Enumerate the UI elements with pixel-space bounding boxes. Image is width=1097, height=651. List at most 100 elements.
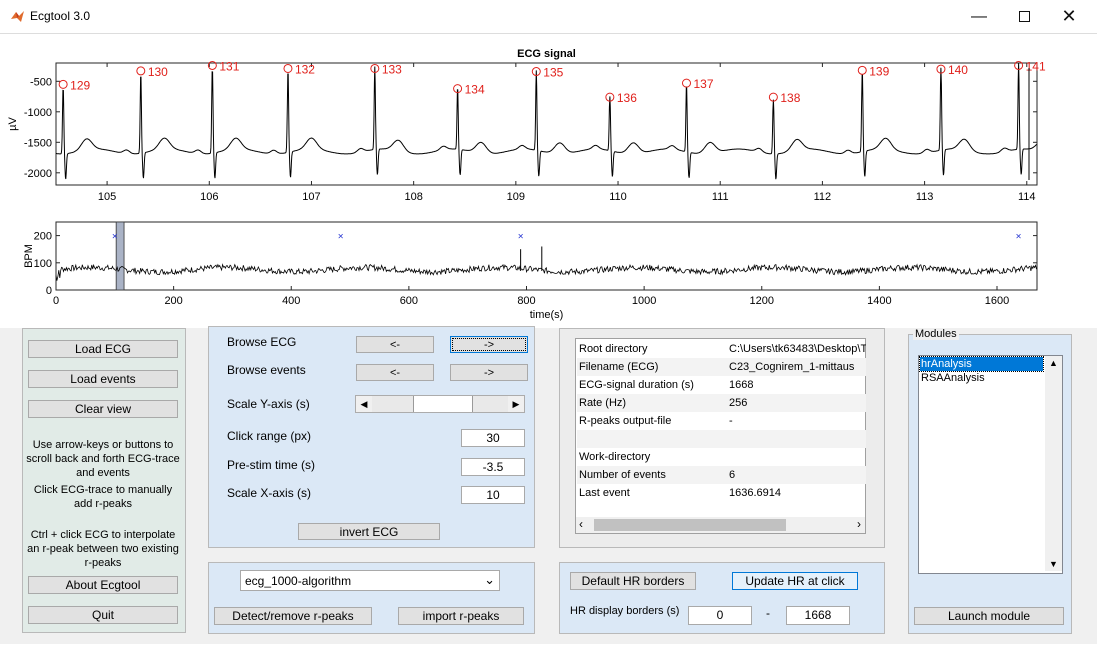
ecg-xtick-label: 110: [609, 191, 627, 203]
scale-x-input[interactable]: 10: [461, 486, 525, 504]
help-text-scroll: Use arrow-keys or buttons to scroll back…: [26, 439, 180, 479]
scale-y-slider[interactable]: ◀ ▶: [355, 395, 525, 413]
browse-events-next-button[interactable]: ->: [450, 364, 528, 381]
launch-module-button[interactable]: Launch module: [914, 607, 1064, 625]
ecg-xtick-label: 107: [302, 191, 320, 203]
module-item-rsaanalysis[interactable]: RSAAnalysis: [920, 371, 1043, 385]
quit-button[interactable]: Quit: [28, 606, 178, 624]
close-icon: ✕: [1061, 6, 1077, 26]
hr-lower-input[interactable]: 0: [688, 606, 752, 625]
close-button[interactable]: ✕: [1046, 0, 1092, 33]
info-key: [577, 430, 727, 448]
prestim-label: Pre-stim time (s): [227, 458, 315, 472]
maximize-button[interactable]: [1001, 0, 1047, 33]
ecg-ytick-label: -500: [30, 76, 52, 88]
info-row: ECG-signal duration (s) 1668: [577, 376, 866, 394]
info-row: Rate (Hz) 256: [577, 394, 866, 412]
ecg-xtick-label: 105: [98, 191, 116, 203]
browse-events-label: Browse events: [227, 363, 306, 377]
hr-xtick-label: 600: [400, 295, 418, 307]
click-range-input[interactable]: 30: [461, 429, 525, 447]
hr-xlabel: time(s): [530, 309, 564, 321]
ecg-xtick-label: 114: [1018, 191, 1036, 203]
browse-events-prev-button[interactable]: <-: [356, 364, 434, 381]
scale-x-label: Scale X-axis (s): [227, 486, 312, 500]
about-button[interactable]: About Ecgtool: [28, 576, 178, 594]
hr-xtick-label: 800: [517, 295, 535, 307]
hr-xtick-label: 200: [164, 295, 182, 307]
import-rpeaks-button[interactable]: import r-peaks: [398, 607, 524, 625]
slider-right-arrow-icon[interactable]: ▶: [508, 396, 524, 412]
info-value: -: [729, 415, 733, 427]
hr-xtick-label: 400: [282, 295, 300, 307]
modules-scrollbar[interactable]: ▲ ▼: [1045, 356, 1062, 571]
event-marker[interactable]: ×: [518, 232, 524, 243]
default-hr-borders-button[interactable]: Default HR borders: [570, 572, 696, 590]
info-value: [727, 430, 866, 448]
info-row: Filename (ECG) C23_Cognirem_1-mittaus: [577, 358, 866, 376]
clear-view-button[interactable]: Clear view: [28, 400, 178, 418]
ecg-axes-box[interactable]: [55, 62, 1038, 186]
scroll-up-icon[interactable]: ▲: [1049, 358, 1058, 368]
chevron-down-icon: ⌄: [484, 572, 495, 587]
window-title: Ecgtool 3.0: [30, 9, 91, 23]
load-events-button[interactable]: Load events: [28, 370, 178, 388]
module-item-hranalysis[interactable]: hrAnalysis: [919, 356, 1044, 372]
info-row: Number of events 6: [577, 466, 866, 484]
load-ecg-button[interactable]: Load ECG: [28, 340, 178, 358]
algorithm-select[interactable]: ecg_1000-algorithm ⌄: [240, 570, 500, 591]
info-value: 1636.6914: [729, 487, 781, 499]
info-row: [577, 430, 866, 448]
detect-rpeaks-button[interactable]: Detect/remove r-peaks: [214, 607, 372, 625]
hr-ytick-label: 200: [34, 231, 52, 243]
info-table: Root directory C:\Users\tk63483\Desktop\T…: [577, 340, 866, 502]
minimize-button[interactable]: —: [956, 0, 1002, 33]
scroll-right-icon[interactable]: ›: [857, 517, 861, 531]
scroll-left-icon[interactable]: ‹: [579, 517, 583, 531]
info-key: Number of events: [577, 466, 727, 484]
info-row: Last event 1636.6914: [577, 484, 866, 502]
prestim-input[interactable]: -3.5: [461, 458, 525, 476]
slider-left-arrow-icon[interactable]: ◀: [356, 396, 372, 412]
ecg-xtick-label: 106: [200, 191, 218, 203]
info-key: Work-directory: [579, 451, 651, 463]
invert-ecg-button[interactable]: invert ECG: [298, 523, 440, 540]
info-row: R-peaks output-file -: [577, 412, 866, 430]
event-marker[interactable]: ×: [338, 232, 344, 243]
browse-ecg-next-button[interactable]: ->: [450, 336, 528, 353]
hr-upper-input[interactable]: 1668: [786, 606, 850, 625]
info-key: ECG-signal duration (s): [579, 379, 694, 391]
update-hr-button[interactable]: Update HR at click: [732, 572, 858, 590]
ecg-title: ECG signal: [517, 48, 576, 60]
rpeak-label: 132: [295, 62, 315, 76]
plots-svg[interactable]: ECG signal µV -500 -1000 -1500 -2000 105 106 107…: [0, 34, 1097, 328]
info-horizontal-scrollbar[interactable]: ‹ ›: [576, 517, 865, 533]
info-value: 256: [727, 394, 866, 412]
hr-ytick-label: 100: [34, 258, 52, 270]
rpeak-label: 137: [693, 77, 713, 91]
scrollbar-thumb[interactable]: [594, 519, 786, 531]
event-marker[interactable]: ×: [1016, 232, 1022, 243]
slider-thumb[interactable]: [412, 396, 473, 412]
rpeak-label: 140: [948, 63, 968, 77]
ecg-ytick-label: -2000: [24, 168, 52, 180]
rpeak-label: 133: [382, 62, 402, 76]
hr-axes-box[interactable]: [55, 221, 1038, 291]
info-value: [727, 448, 866, 466]
rpeak-label: 136: [617, 91, 637, 105]
ecg-ytick-label: -1000: [24, 107, 52, 119]
event-marker[interactable]: ×: [112, 232, 118, 243]
scroll-down-icon[interactable]: ▼: [1049, 559, 1058, 569]
hr-display-borders-label: HR display borders (s): [570, 605, 680, 617]
hr-xtick-label: 1400: [867, 295, 891, 307]
info-key: R-peaks output-file: [579, 415, 672, 427]
ecg-xtick-label: 109: [507, 191, 525, 203]
rpeak-label: 138: [780, 91, 800, 105]
rpeak-label: 135: [543, 66, 563, 80]
modules-listbox[interactable]: hrAnalysis RSAAnalysis ▲ ▼: [918, 355, 1063, 574]
ecg-ylabel: µV: [7, 117, 19, 131]
browse-ecg-prev-button[interactable]: <-: [356, 336, 434, 353]
help-text-ctrl-click: Ctrl + click ECG to interpolate an r-pea…: [27, 529, 179, 569]
info-value: 1668: [729, 379, 754, 391]
ecg-xtick-label: 111: [712, 191, 729, 203]
